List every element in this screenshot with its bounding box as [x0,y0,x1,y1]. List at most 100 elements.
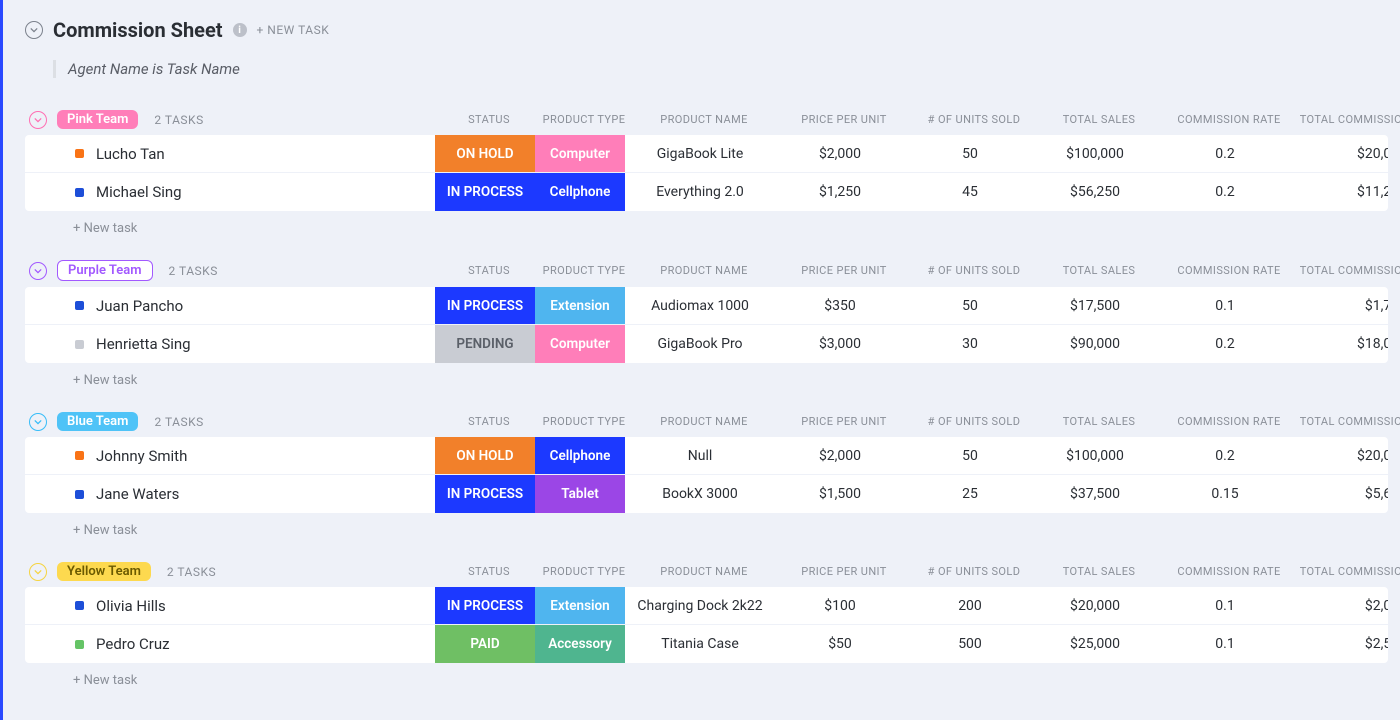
product-name[interactable]: Everything 2.0 [625,173,775,211]
product-name[interactable]: GigaBook Lite [625,135,775,172]
column-header-total_comm[interactable]: TOTAL COMMISSION [1299,565,1400,578]
column-header-rate[interactable]: COMMISSION RATE [1159,113,1299,126]
table-row[interactable]: Juan PanchoIN PROCESSExtensionAudiomax 1… [25,287,1388,325]
total-commission[interactable]: $20,000 [1295,135,1388,172]
new-task-button[interactable]: + NEW TASK [257,23,330,37]
column-header-product_name[interactable]: PRODUCT NAME [629,565,779,578]
product-name[interactable]: Audiomax 1000 [625,287,775,324]
column-header-status[interactable]: STATUS [439,415,539,428]
status-pill[interactable]: ON HOLD [435,437,535,474]
status-pill[interactable]: PENDING [435,325,535,363]
status-pill[interactable]: IN PROCESS [435,173,535,211]
add-task-button[interactable]: + New task [25,363,1388,388]
units-sold[interactable]: 50 [905,437,1035,474]
price-per-unit[interactable]: $2,000 [775,135,905,172]
collapse-group-icon[interactable] [29,563,47,581]
column-header-product_type[interactable]: PRODUCT TYPE [539,264,629,277]
group-name-pill[interactable]: Blue Team [57,412,138,431]
price-per-unit[interactable]: $1,250 [775,173,905,211]
column-header-total_sales[interactable]: TOTAL SALES [1039,264,1159,277]
total-commission[interactable]: $18,000 [1295,325,1388,363]
agent-name-cell[interactable]: Olivia Hills [25,587,435,624]
column-header-product_name[interactable]: PRODUCT NAME [629,415,779,428]
agent-name-cell[interactable]: Juan Pancho [25,287,435,324]
units-sold[interactable]: 45 [905,173,1035,211]
status-pill[interactable]: PAID [435,625,535,663]
column-header-price[interactable]: PRICE PER UNIT [779,113,909,126]
total-sales[interactable]: $56,250 [1035,173,1155,211]
column-header-product_type[interactable]: PRODUCT TYPE [539,113,629,126]
column-header-status[interactable]: STATUS [439,113,539,126]
table-row[interactable]: Henrietta SingPENDINGComputerGigaBook Pr… [25,325,1388,363]
total-commission[interactable]: $1,750 [1295,287,1388,324]
price-per-unit[interactable]: $1,500 [775,475,905,513]
group-name-pill[interactable]: Yellow Team [57,562,151,581]
status-pill[interactable]: ON HOLD [435,135,535,172]
table-row[interactable]: Olivia HillsIN PROCESSExtensionCharging … [25,587,1388,625]
agent-name-cell[interactable]: Lucho Tan [25,135,435,172]
column-header-total_sales[interactable]: TOTAL SALES [1039,415,1159,428]
add-task-button[interactable]: + New task [25,211,1388,236]
agent-name-cell[interactable]: Pedro Cruz [25,625,435,663]
product-type-pill[interactable]: Extension [535,287,625,324]
collapse-icon[interactable] [25,21,43,39]
column-header-units[interactable]: # OF UNITS SOLD [909,264,1039,277]
column-header-product_name[interactable]: PRODUCT NAME [629,264,779,277]
product-type-pill[interactable]: Cellphone [535,437,625,474]
column-header-price[interactable]: PRICE PER UNIT [779,264,909,277]
commission-rate[interactable]: 0.1 [1155,587,1295,624]
commission-rate[interactable]: 0.2 [1155,325,1295,363]
column-header-product_name[interactable]: PRODUCT NAME [629,113,779,126]
commission-rate[interactable]: 0.2 [1155,173,1295,211]
units-sold[interactable]: 50 [905,135,1035,172]
status-pill[interactable]: IN PROCESS [435,287,535,324]
units-sold[interactable]: 25 [905,475,1035,513]
table-row[interactable]: Lucho TanON HOLDComputerGigaBook Lite$2,… [25,135,1388,173]
column-header-price[interactable]: PRICE PER UNIT [779,415,909,428]
status-pill[interactable]: IN PROCESS [435,587,535,624]
total-commission[interactable]: $11,250 [1295,173,1388,211]
column-header-product_type[interactable]: PRODUCT TYPE [539,565,629,578]
total-sales[interactable]: $90,000 [1035,325,1155,363]
column-header-rate[interactable]: COMMISSION RATE [1159,565,1299,578]
add-task-button[interactable]: + New task [25,513,1388,538]
column-header-price[interactable]: PRICE PER UNIT [779,565,909,578]
total-commission[interactable]: $2,500 [1295,625,1388,663]
price-per-unit[interactable]: $350 [775,287,905,324]
collapse-group-icon[interactable] [29,111,47,129]
column-header-total_comm[interactable]: TOTAL COMMISSION [1299,264,1400,277]
units-sold[interactable]: 200 [905,587,1035,624]
product-name[interactable]: Titania Case [625,625,775,663]
column-header-total_comm[interactable]: TOTAL COMMISSION [1299,113,1400,126]
status-pill[interactable]: IN PROCESS [435,475,535,513]
total-sales[interactable]: $17,500 [1035,287,1155,324]
agent-name-cell[interactable]: Jane Waters [25,475,435,513]
table-row[interactable]: Jane WatersIN PROCESSTabletBookX 3000$1,… [25,475,1388,513]
price-per-unit[interactable]: $2,000 [775,437,905,474]
column-header-product_type[interactable]: PRODUCT TYPE [539,415,629,428]
column-header-units[interactable]: # OF UNITS SOLD [909,113,1039,126]
total-sales[interactable]: $100,000 [1035,437,1155,474]
product-name[interactable]: BookX 3000 [625,475,775,513]
collapse-group-icon[interactable] [29,413,47,431]
commission-rate[interactable]: 0.2 [1155,135,1295,172]
table-row[interactable]: Michael SingIN PROCESSCellphoneEverythin… [25,173,1388,211]
price-per-unit[interactable]: $100 [775,587,905,624]
column-header-units[interactable]: # OF UNITS SOLD [909,415,1039,428]
total-sales[interactable]: $100,000 [1035,135,1155,172]
price-per-unit[interactable]: $3,000 [775,325,905,363]
product-type-pill[interactable]: Tablet [535,475,625,513]
product-type-pill[interactable]: Cellphone [535,173,625,211]
product-type-pill[interactable]: Computer [535,135,625,172]
product-name[interactable]: Charging Dock 2k22 [625,587,775,624]
table-row[interactable]: Pedro CruzPAIDAccessoryTitania Case$5050… [25,625,1388,663]
column-header-status[interactable]: STATUS [439,264,539,277]
agent-name-cell[interactable]: Henrietta Sing [25,325,435,363]
collapse-group-icon[interactable] [29,262,47,280]
column-header-total_sales[interactable]: TOTAL SALES [1039,565,1159,578]
product-type-pill[interactable]: Extension [535,587,625,624]
column-header-rate[interactable]: COMMISSION RATE [1159,415,1299,428]
table-row[interactable]: Johnny SmithON HOLDCellphoneNull$2,00050… [25,437,1388,475]
column-header-status[interactable]: STATUS [439,565,539,578]
total-commission[interactable]: $5,625 [1295,475,1388,513]
